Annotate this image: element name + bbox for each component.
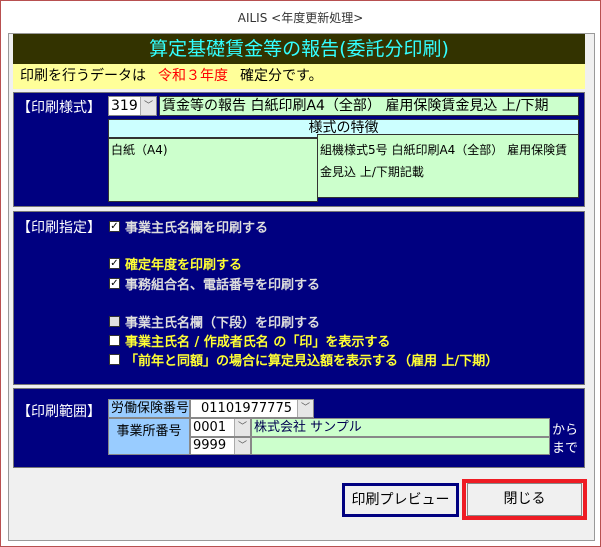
insurance-no-label: 労働保険番号: [108, 399, 190, 418]
option-label: 事業主氏名 / 作成者氏名 の「印」を表示する: [125, 331, 390, 350]
checkbox-unchecked[interactable]: [109, 354, 120, 365]
print-range-label: 【印刷範囲】: [17, 401, 101, 421]
checkbox-checked[interactable]: ✓: [109, 221, 120, 232]
option-label: 確定年度を印刷する: [125, 254, 242, 273]
print-options-label: 【印刷指定】: [17, 217, 101, 237]
office-from-value: 0001: [193, 420, 226, 435]
office-no-label: 事業所番号: [108, 418, 190, 455]
feature-paper: 白紙（A4): [108, 138, 318, 202]
style-code-select[interactable]: 319﹀: [108, 96, 157, 116]
style-code-value: 319: [111, 98, 138, 114]
option-label: 「前年と同額」の場合に算定見込額を表示する（雇用 上/下期）: [125, 350, 498, 369]
close-button[interactable]: 閉じる: [467, 483, 582, 516]
checkbox-checked[interactable]: ✓: [109, 278, 120, 289]
option-fixed-year[interactable]: ✓ 確定年度を印刷する: [109, 254, 242, 273]
feature-description: 組機様式5号 白紙印刷A4（全部） 雇用保険賃金見込 上/下期記載: [317, 134, 579, 198]
office-from-select[interactable]: 0001 ﹀: [190, 418, 251, 437]
info-suffix: 確定分です。: [240, 68, 323, 84]
style-name: 賃金等の報告 白紙印刷A4（全部） 雇用保険賃金見込 上/下期: [159, 96, 579, 116]
chevron-down-icon[interactable]: ﹀: [140, 97, 156, 115]
page-title: 算定基礎賃金等の報告(委託分印刷): [13, 34, 585, 64]
chevron-down-icon[interactable]: ﹀: [297, 400, 313, 417]
checkbox-unchecked[interactable]: [109, 335, 120, 346]
checkbox-checked[interactable]: ✓: [109, 258, 120, 269]
print-preview-button[interactable]: 印刷プレビュー: [342, 483, 459, 517]
option-same-amount[interactable]: 「前年と同額」の場合に算定見込額を表示する（雇用 上/下期）: [109, 350, 498, 369]
option-label: 事業主氏名欄を印刷する: [125, 217, 268, 236]
info-year: 令和３年度: [158, 68, 228, 84]
option-union-phone[interactable]: ✓ 事務組合名、電話番号を印刷する: [109, 274, 320, 293]
option-seal[interactable]: 事業主氏名 / 作成者氏名 の「印」を表示する: [109, 331, 390, 350]
info-prefix: 印刷を行うデータは: [20, 68, 146, 84]
chevron-down-icon[interactable]: ﹀: [234, 419, 250, 436]
office-to-value: 9999: [193, 438, 226, 453]
option-owner-lower[interactable]: 事業主氏名欄（下段）を印刷する: [109, 312, 320, 331]
from-suffix: から: [552, 419, 578, 438]
insurance-no-value: 01101977775: [201, 401, 292, 416]
dialog-window: AILIS <年度更新処理> 算定基礎賃金等の報告(委託分印刷) 印刷を行うデー…: [0, 0, 601, 547]
to-suffix: まで: [552, 437, 578, 456]
option-label: 事務組合名、電話番号を印刷する: [125, 274, 320, 293]
option-owner-name[interactable]: ✓ 事業主氏名欄を印刷する: [109, 217, 268, 236]
option-label: 事業主氏名欄（下段）を印刷する: [125, 312, 320, 331]
chevron-down-icon[interactable]: ﹀: [234, 438, 250, 454]
window-title: AILIS <年度更新処理>: [1, 9, 600, 26]
print-style-label: 【印刷様式】: [17, 97, 101, 117]
office-from-name: 株式会社 サンプル: [251, 418, 550, 437]
info-banner: 印刷を行うデータは令和３年度確定分です。: [13, 64, 585, 89]
insurance-no-select[interactable]: 01101977775 ﹀: [190, 399, 314, 418]
office-to-select[interactable]: 9999 ﹀: [190, 437, 251, 455]
checkbox-unchecked[interactable]: [109, 316, 120, 327]
office-to-name: [251, 437, 550, 455]
